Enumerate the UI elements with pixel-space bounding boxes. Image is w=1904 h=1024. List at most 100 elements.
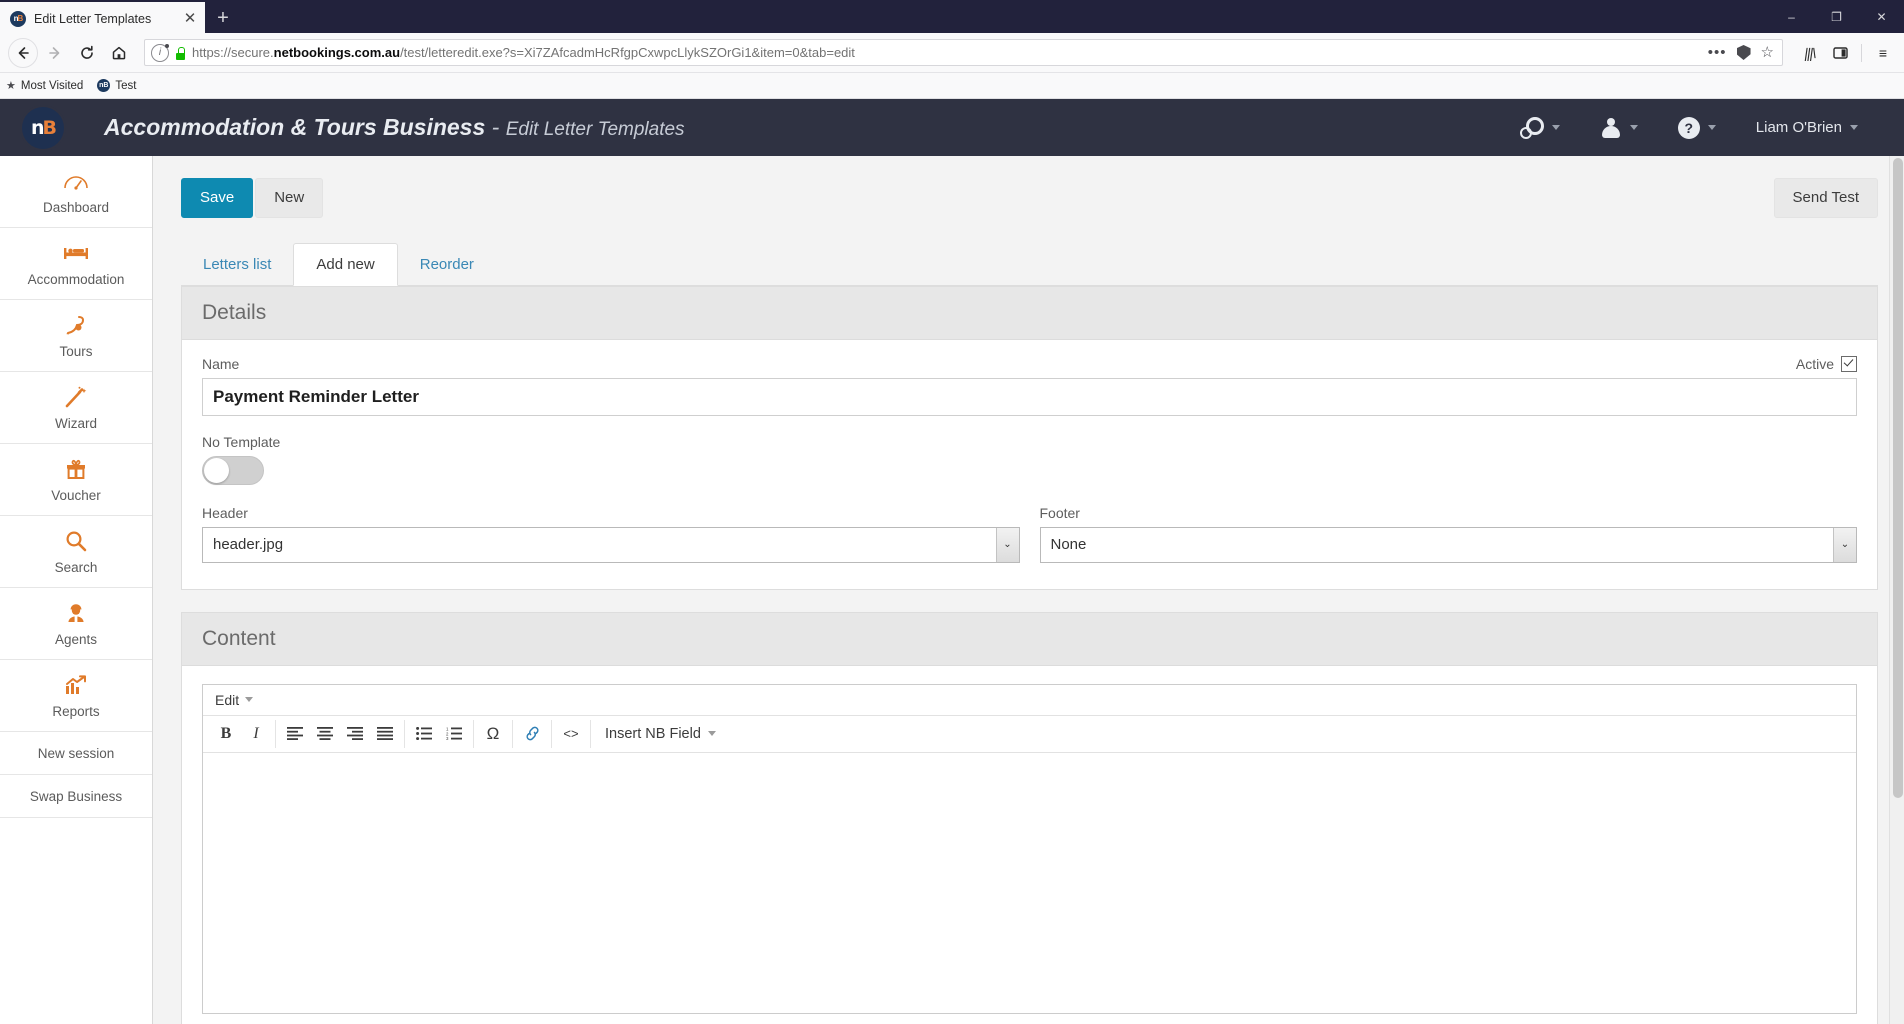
browser-tab[interactable]: nB Edit Letter Templates ✕ <box>0 2 205 33</box>
numbered-list-button[interactable]: 123 <box>439 721 469 747</box>
sidebar-item-agents[interactable]: Agents <box>0 588 152 660</box>
bookmark-star-icon[interactable]: ☆ <box>1761 45 1774 60</box>
settings-menu[interactable] <box>1500 116 1580 139</box>
sidebar-item-accommodation[interactable]: Accommodation <box>0 228 152 300</box>
bookmarks-bar: ★ Most Visited nB Test <box>0 73 1904 99</box>
special-char-group: Ω <box>474 719 513 748</box>
editor-canvas[interactable] <box>203 752 1856 1013</box>
header-select-value: header.jpg <box>213 536 284 553</box>
close-icon[interactable]: ✕ <box>181 10 199 28</box>
back-icon[interactable] <box>8 37 38 68</box>
sidebar-item-label: Reports <box>52 703 100 719</box>
bold-button[interactable]: B <box>211 721 241 747</box>
page-viewport: nB Accommodation & Tours Business - Edit… <box>0 99 1904 1024</box>
account-menu[interactable]: Liam O'Brien <box>1736 119 1878 136</box>
address-bar[interactable]: i https://secure.netbookings.com.au/test… <box>144 39 1783 66</box>
new-button[interactable]: New <box>255 178 324 218</box>
header-label: Header <box>202 504 248 521</box>
edit-menu-label: Edit <box>215 691 240 708</box>
site-favicon: nB <box>97 79 111 92</box>
code-group: <> <box>552 719 591 748</box>
new-tab-button[interactable]: + <box>205 2 241 33</box>
italic-button[interactable]: I <box>241 721 271 747</box>
bookmark-test[interactable]: nB Test <box>97 79 136 92</box>
name-input[interactable] <box>202 377 1857 416</box>
tab-title: Edit Letter Templates <box>34 11 152 26</box>
special-char-button[interactable]: Ω <box>478 721 508 747</box>
sidebar-item-swap-business[interactable]: Swap Business <box>0 775 152 818</box>
align-justify-button[interactable] <box>370 721 400 747</box>
home-icon[interactable] <box>104 38 134 68</box>
maximize-icon[interactable]: ❐ <box>1814 0 1859 33</box>
window-close-icon[interactable]: ✕ <box>1859 0 1904 33</box>
bullet-list-button[interactable] <box>409 721 439 747</box>
align-left-button[interactable] <box>280 721 310 747</box>
sidebar-item-tours[interactable]: Tours <box>0 300 152 372</box>
tab-reorder[interactable]: Reorder <box>398 244 496 285</box>
edit-menu[interactable]: Edit <box>215 691 254 708</box>
align-center-button[interactable] <box>310 721 340 747</box>
link-group <box>513 719 552 748</box>
no-template-label: No Template <box>202 433 281 450</box>
list-group: 123 <box>405 719 474 748</box>
page-scrollbar[interactable] <box>1889 156 1904 1024</box>
sidebar-item-reports[interactable]: Reports <box>0 660 152 732</box>
sidebar-item-label: Accommodation <box>27 271 125 287</box>
svg-text:3: 3 <box>446 736 449 740</box>
sidebar-item-search[interactable]: Search <box>0 516 152 588</box>
active-label: Active <box>1795 355 1834 372</box>
site-info-icon[interactable]: i <box>151 43 169 62</box>
scrollbar-thumb[interactable] <box>1893 158 1903 798</box>
footer-select[interactable]: None ⌄ <box>1039 526 1857 563</box>
chevron-down-icon <box>1707 125 1716 130</box>
pocket-icon[interactable] <box>1736 45 1751 60</box>
wand-icon <box>64 385 88 409</box>
user-menu[interactable] <box>1580 117 1658 139</box>
star-icon: ★ <box>6 80 16 92</box>
sidebar-item-dashboard[interactable]: Dashboard <box>0 156 152 228</box>
header-actions: ? Liam O'Brien <box>1500 116 1904 139</box>
active-checkbox-group[interactable]: Active <box>1795 355 1857 372</box>
active-checkbox[interactable] <box>1841 355 1857 372</box>
minimize-icon[interactable]: – <box>1769 0 1814 33</box>
source-code-button[interactable]: <> <box>556 721 586 747</box>
insert-nb-field-dropdown[interactable]: Insert NB Field <box>595 726 726 742</box>
page-actions-icon[interactable]: ••• <box>1708 45 1727 60</box>
no-template-toggle[interactable] <box>202 455 264 485</box>
header-select[interactable]: header.jpg ⌄ <box>202 526 1020 563</box>
sidebar-item-new-session[interactable]: New session <box>0 732 152 775</box>
reload-icon[interactable] <box>72 38 102 68</box>
details-body: Name Active No Template <box>182 339 1877 589</box>
forward-icon[interactable] <box>40 38 70 68</box>
account-name: Liam O'Brien <box>1755 119 1842 136</box>
help-menu[interactable]: ? <box>1658 116 1736 139</box>
send-test-button[interactable]: Send Test <box>1773 178 1878 218</box>
bookmark-most-visited[interactable]: ★ Most Visited <box>6 79 83 93</box>
library-icon[interactable]: |||\ <box>1795 40 1825 66</box>
gears-icon <box>1519 116 1544 139</box>
align-right-button[interactable] <box>340 721 370 747</box>
page-name: Edit Letter Templates <box>505 119 685 140</box>
chevron-down-icon <box>245 697 254 702</box>
tab-bar: Letters list Add new Reorder <box>181 242 1878 286</box>
hamburger-menu-icon[interactable]: ≡ <box>1870 40 1896 66</box>
navbar-right-actions: |||\ ≡ <box>1793 40 1896 66</box>
page-title: Accommodation & Tours Business - Edit Le… <box>104 114 685 141</box>
insert-nb-field-label: Insert NB Field <box>605 725 701 742</box>
sidebar-item-label: New session <box>37 745 115 761</box>
sidebar-item-label: Search <box>54 559 98 575</box>
address-bar-actions: ••• ☆ <box>1708 45 1776 60</box>
link-icon[interactable] <box>517 721 547 747</box>
sidebar-item-label: Wizard <box>54 415 97 431</box>
sidebar-icon[interactable] <box>1827 40 1853 66</box>
sidebar-item-voucher[interactable]: Voucher <box>0 444 152 516</box>
sidebar-item-label: Voucher <box>51 487 101 503</box>
tab-add-new[interactable]: Add new <box>293 242 398 286</box>
app-logo[interactable]: nB <box>22 106 64 149</box>
save-button[interactable]: Save <box>181 178 254 218</box>
sidebar-item-wizard[interactable]: Wizard <box>0 372 152 444</box>
alignment-group <box>276 719 405 748</box>
tab-letters-list[interactable]: Letters list <box>181 244 293 285</box>
form-scroll-area: Details Name Active No Template <box>153 285 1904 1024</box>
details-heading: Details <box>182 286 1877 340</box>
